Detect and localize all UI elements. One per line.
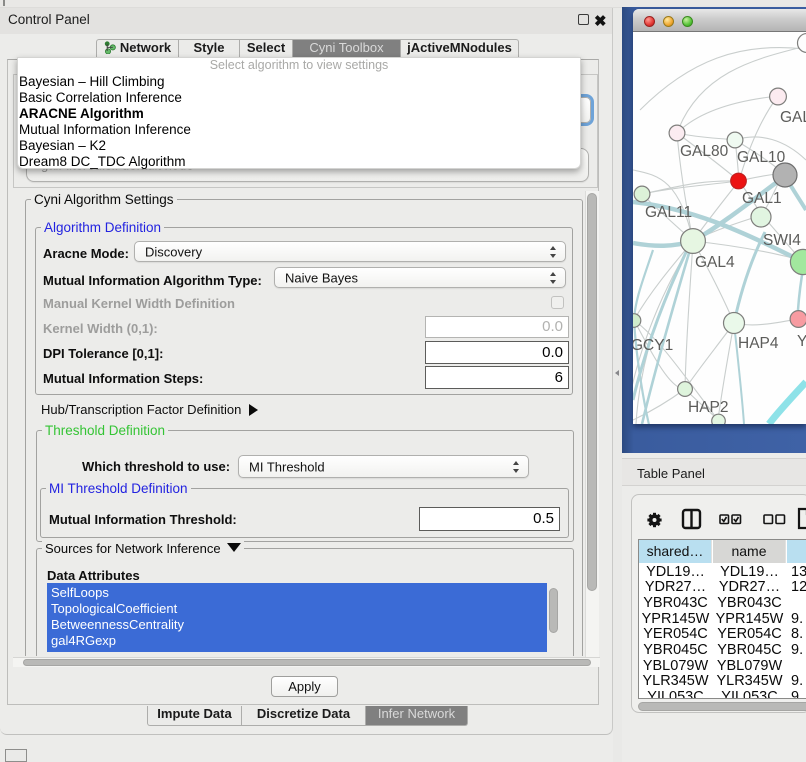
svg-text:HAP4: HAP4 <box>738 335 779 352</box>
svg-text:SWI4: SWI4 <box>763 232 801 249</box>
svg-text:GAL2: GAL2 <box>780 109 806 126</box>
svg-text:GAL80: GAL80 <box>680 143 729 160</box>
svg-text:GAL4: GAL4 <box>695 254 735 271</box>
svg-text:HAP2: HAP2 <box>688 399 729 416</box>
svg-text:Y: Y <box>797 333 806 350</box>
svg-text:GCY1: GCY1 <box>633 337 673 354</box>
svg-text:GAL11: GAL11 <box>645 204 692 221</box>
svg-text:GAL1: GAL1 <box>742 190 782 207</box>
svg-text:GAL10: GAL10 <box>737 149 786 166</box>
